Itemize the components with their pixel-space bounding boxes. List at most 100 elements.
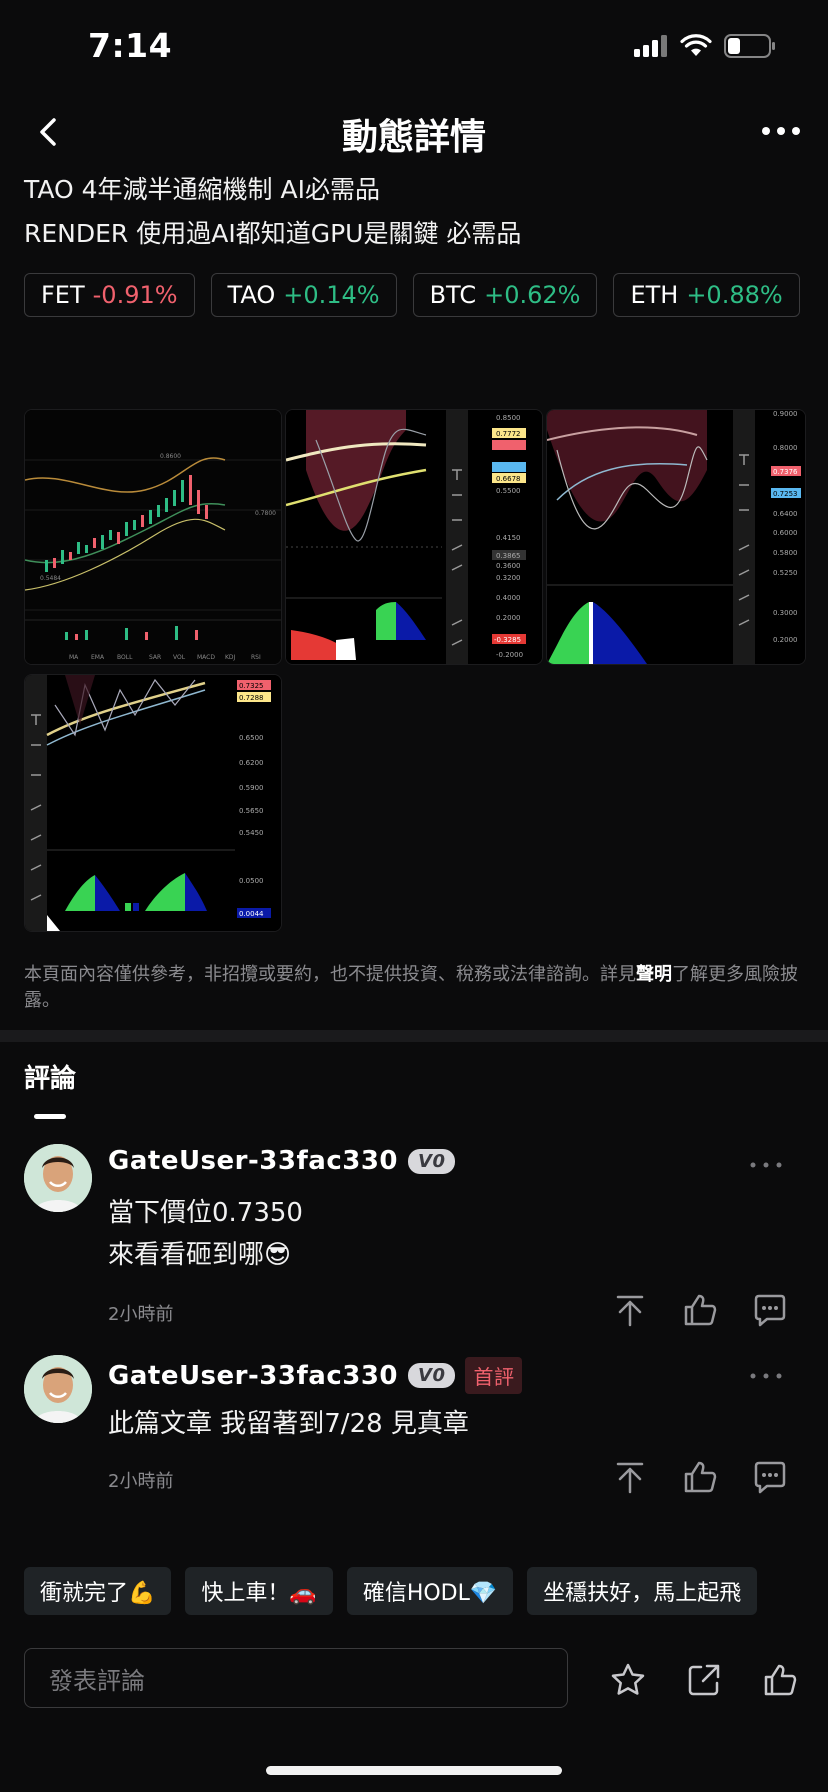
comment-more-icon[interactable] [748,1160,784,1170]
chart-label: 0.6400 [773,510,798,518]
comments-tab[interactable]: 評論 [24,1058,76,1095]
chart-label: 0.7772 [496,430,521,438]
post-image-1[interactable]: 0.8600 0.7800 0.5484 MA EMA BOLL SAR VOL… [24,409,282,665]
chart-label: RSI [251,654,261,661]
chart-label: 0.0044 [239,910,264,918]
post-image-4[interactable]: 0.7325 0.7288 0.6500 0.6200 0.5900 0.565… [24,674,282,932]
coin-symbol: BTC [429,281,477,309]
level-badge: V0 [408,1363,456,1388]
nav-bar: 動態詳情 [0,100,828,170]
comment-item: GateUser-33fac330 V0 首評 此篇文章 我留著到7/28 見真… [0,1355,828,1515]
chart-label: 0.6000 [773,529,798,537]
chart-label: 0.4000 [496,594,521,602]
chart-label: 0.2000 [773,636,798,644]
avatar[interactable] [24,1144,92,1212]
chart-label: -0.2000 [496,651,523,659]
coin-tag-btc[interactable]: BTC +0.62% [412,273,598,317]
comment-composer-bar: 發表評論 [0,1640,828,1750]
chart-label: 0.3000 [773,609,798,617]
coin-symbol: FET [41,281,85,309]
comment-line: 當下價位0.7350 [108,1198,303,1228]
reply-icon[interactable] [752,1292,788,1328]
chart-label: 0.7376 [773,468,798,476]
first-comment-badge: 首評 [465,1357,523,1394]
quick-reply-chip[interactable]: 衝就完了💪 [24,1567,172,1615]
comments-tab-indicator [34,1114,66,1119]
share-icon[interactable] [686,1662,722,1698]
chart-label: -0.3285 [494,636,521,644]
post-image-3[interactable]: 0.9000 0.8000 0.7376 0.7253 0.6400 0.600… [546,409,806,665]
quick-reply-chip[interactable]: 快上車！🚗 [185,1567,333,1615]
chart-label: 0.5650 [239,807,264,815]
pin-to-top-icon[interactable] [612,1459,648,1495]
chart-label: SAR [149,654,161,661]
coin-tags: FET -0.91% TAO +0.14% BTC +0.62% ETH +0.… [24,273,804,317]
coin-change: +0.62% [484,281,581,309]
like-icon[interactable] [682,1292,718,1328]
chart-label: 0.9000 [773,410,798,418]
section-divider [0,1030,828,1042]
chart-label: 0.5484 [40,575,61,582]
chart-label: 0.6200 [239,759,264,767]
chart-label: 0.8000 [773,444,798,452]
chart-label: 0.3865 [496,552,521,560]
chart-label: KDJ [225,654,236,661]
level-badge: V0 [408,1148,456,1174]
like-post-icon[interactable] [762,1662,798,1698]
star-icon[interactable] [610,1662,646,1698]
username[interactable]: GateUser-33fac330 [108,1361,398,1391]
coin-change: +0.88% [686,281,783,309]
disclaimer-link[interactable]: 聲明 [636,964,672,985]
comment-author[interactable]: GateUser-33fac330 V0 [108,1146,456,1176]
chart-label: 0.7325 [239,682,264,690]
status-bar: 7:14 [0,0,828,92]
pin-to-top-icon[interactable] [612,1292,648,1328]
coin-tag-eth[interactable]: ETH +0.88% [613,273,800,317]
comment-author[interactable]: GateUser-33fac330 V0 首評 [108,1357,523,1394]
comment-time: 2小時前 [108,1304,174,1325]
chart-label: 0.3600 [496,562,521,570]
chart-label: 0.3200 [496,574,521,582]
chart-label: BOLL [117,654,133,661]
chart-label: 0.8600 [160,453,181,460]
coin-tag-tao[interactable]: TAO +0.14% [210,273,397,317]
reply-icon[interactable] [752,1459,788,1495]
post-line: RENDER 使用過AI都知道GPU是關鍵 必需品 [24,219,522,248]
chart-label: 0.6500 [239,734,264,742]
comment-text: 當下價位0.7350 來看看砸到哪😎 [108,1192,303,1276]
comment-text: 此篇文章 我留著到7/28 見真章 [108,1403,469,1445]
chart-label: 0.5250 [773,569,798,577]
quick-reply-chip[interactable]: 坐穩扶好，馬上起飛 [527,1567,758,1615]
chart-label: EMA [91,654,105,661]
username[interactable]: GateUser-33fac330 [108,1146,398,1176]
comment-more-icon[interactable] [748,1371,784,1381]
post-body: TAO 4年減半通縮機制 AI必需品 RENDER 使用過AI都知道GPU是關鍵… [24,168,521,256]
quick-reply-chip[interactable]: 確信HODL💎 [346,1567,514,1615]
chart-label: 0.5450 [239,829,264,837]
disclaimer-text: 本頁面內容僅供參考，非招攬或要約，也不提供投資、稅務或法律諮詢。詳見 [24,964,636,985]
risk-disclaimer: 本頁面內容僅供參考，非招攬或要約，也不提供投資、稅務或法律諮詢。詳見聲明了解更多… [24,962,804,1014]
chart-label: 0.5500 [496,487,521,495]
chart-label: MACD [197,654,215,661]
post-image-2[interactable]: 0.8500 0.7772 0.6678 0.5500 0.4150 0.386… [285,409,543,665]
page-title: 動態詳情 [341,117,486,158]
chart-label: 0.6678 [496,475,521,483]
comment-input[interactable]: 發表評論 [24,1648,568,1708]
signal-icon [634,35,667,57]
home-indicator [266,1766,562,1775]
chart-label: 0.8500 [496,414,521,422]
coin-symbol: TAO [227,281,276,309]
wifi-icon [680,34,712,56]
chart-label: VOL [173,654,186,661]
more-options-icon[interactable] [760,116,802,146]
like-icon[interactable] [682,1459,718,1495]
chart-label: MA [69,654,79,661]
quick-reply-chips: 衝就完了💪 快上車！🚗 確信HODL💎 坐穩扶好，馬上起飛 [24,1567,758,1615]
chart-label: 0.5800 [773,549,798,557]
avatar[interactable] [24,1355,92,1423]
coin-tag-fet[interactable]: FET -0.91% [24,273,195,317]
comment-line: 此篇文章 我留著到7/28 見真章 [108,1409,469,1439]
comment-actions [612,1292,788,1328]
comment-item: GateUser-33fac330 V0 當下價位0.7350 來看看砸到哪😎 … [0,1144,828,1344]
chart-label: 0.7253 [773,490,798,498]
